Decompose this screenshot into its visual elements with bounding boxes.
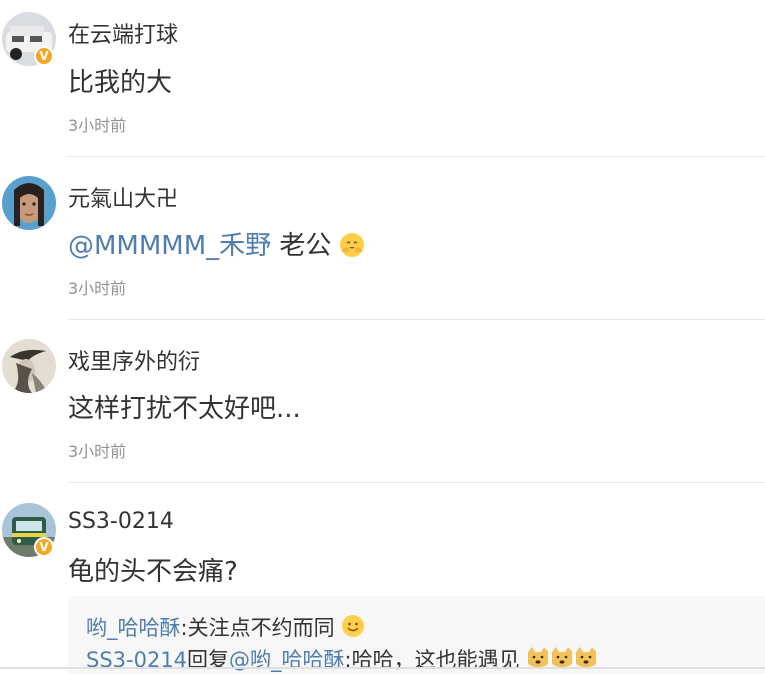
comment-text-body: 老公 [271, 231, 332, 261]
comment-item: 元氣山大卍 @MMMMM_禾野 老公 3小时前 [0, 157, 765, 320]
reply-author-link[interactable]: 哟_哈哈酥 [86, 616, 181, 640]
smile-emoji-icon [341, 614, 365, 638]
comment-item: V 在云端打球 比我的大 3小时前 [0, 0, 765, 157]
reply-text: :关注点不约而同 [180, 616, 335, 640]
reply-line: SS3-0214回复@哟_哈哈酥:哈哈，这也能遇见 [86, 644, 598, 674]
mention-link[interactable]: @MMMMM_禾野 [68, 231, 271, 261]
verified-badge-icon: V [34, 46, 54, 66]
reply-line: 哟_哈哈酥:关注点不约而同 [86, 612, 365, 642]
comment-item: 戏里序外的衍 这样打扰不太好吧... 3小时前 [0, 320, 765, 483]
username[interactable]: 元氣山大卍 [68, 181, 178, 213]
verified-badge-icon: V [34, 537, 54, 557]
comment-text: @MMMMM_禾野 老公 [68, 225, 364, 262]
avatar[interactable] [2, 176, 56, 230]
avatar[interactable] [2, 339, 56, 393]
divider [0, 667, 765, 669]
username[interactable]: SS3-0214 [68, 509, 174, 534]
timestamp: 3小时前 [68, 279, 127, 298]
comment-text: 龟的头不会痛? [68, 557, 238, 587]
timestamp: 3小时前 [68, 442, 127, 461]
username[interactable]: 在云端打球 [68, 17, 178, 49]
hug-emoji-icon [339, 233, 364, 257]
username[interactable]: 戏里序外的衍 [68, 344, 200, 376]
timestamp: 3小时前 [68, 116, 127, 135]
comment-text: 这样打扰不太好吧... [68, 394, 301, 424]
reply-box: 哟_哈哈酥:关注点不约而同 SS3-0214回复@哟_哈哈酥:哈哈，这也能遇见 [68, 596, 765, 674]
comment-text: 比我的大 [68, 68, 173, 98]
